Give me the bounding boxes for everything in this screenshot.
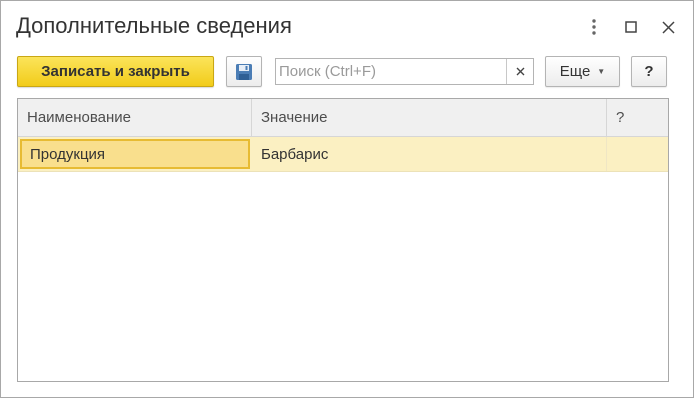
search-field[interactable] (275, 58, 534, 85)
search-input[interactable] (276, 59, 506, 84)
table-header: Наименование Значение ? (18, 99, 668, 137)
save-button[interactable] (226, 56, 262, 87)
table-row[interactable]: Продукция Барбарис (18, 137, 668, 172)
window-title: Дополнительные сведения (16, 13, 292, 38)
more-menu-label: Еще (559, 63, 591, 80)
close-button[interactable] (656, 15, 680, 39)
maximize-icon (625, 21, 637, 33)
help-button[interactable]: ? (631, 56, 667, 87)
cell-name[interactable]: Продукция (20, 139, 250, 169)
chevron-down-icon: ▼ (597, 67, 606, 76)
clear-search-button[interactable] (506, 59, 533, 84)
cell-value[interactable]: Барбарис (252, 137, 607, 171)
dialog-window: Дополнительные сведения Записать и закры… (0, 0, 694, 398)
column-header-name[interactable]: Наименование (18, 99, 252, 136)
column-header-value[interactable]: Значение (252, 99, 607, 136)
maximize-button[interactable] (619, 15, 643, 39)
floppy-disk-icon (236, 63, 252, 80)
more-menu-button[interactable]: Еще ▼ (545, 56, 620, 87)
close-icon (661, 20, 675, 34)
more-actions-button[interactable] (582, 15, 606, 39)
save-and-close-button[interactable]: Записать и закрыть (17, 56, 214, 87)
cell-question[interactable] (607, 137, 668, 171)
clear-icon (516, 67, 524, 76)
column-header-question[interactable]: ? (607, 99, 668, 136)
properties-table: Наименование Значение ? Продукция Барбар… (17, 98, 669, 382)
vertical-dots-icon (592, 19, 596, 35)
